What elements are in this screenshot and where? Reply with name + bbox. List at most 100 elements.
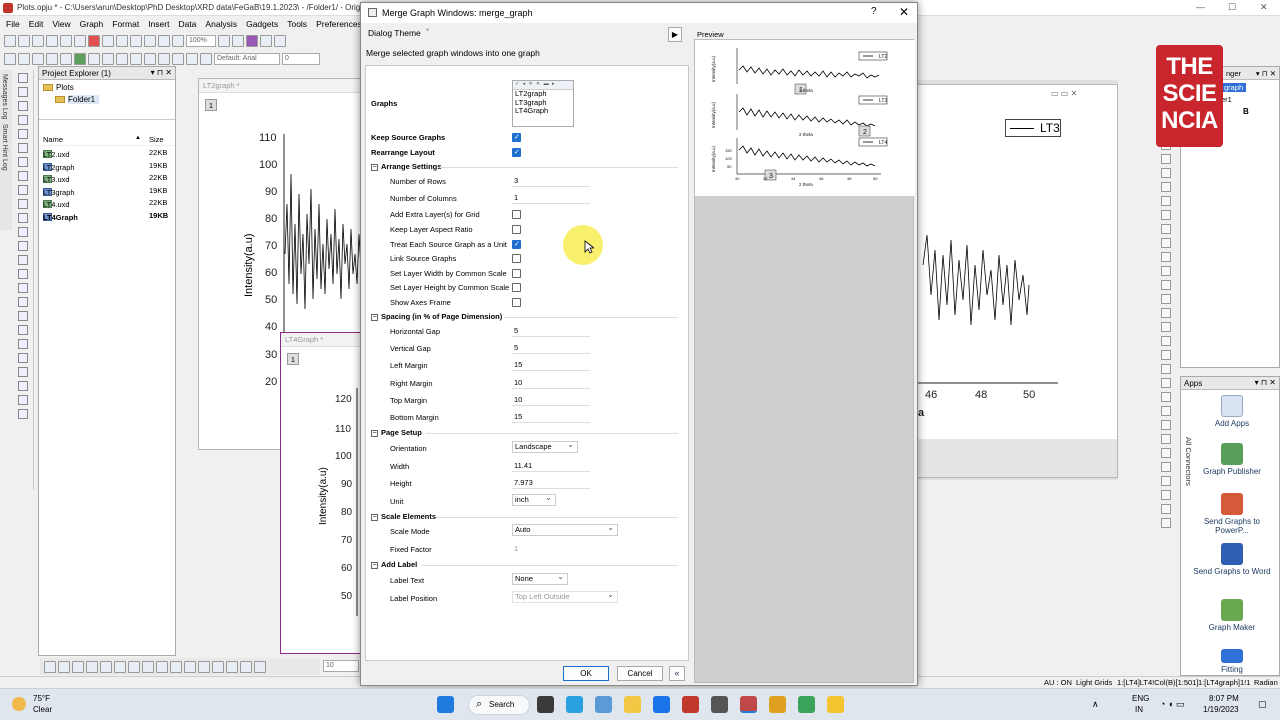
panel-controls-icon[interactable]: ▾ ⊓ ✕ [1256, 69, 1276, 78]
menu-tools[interactable]: Tools [287, 19, 307, 29]
layer-badge[interactable]: 1 [205, 99, 217, 111]
app-icon[interactable] [827, 696, 844, 713]
new-project-icon[interactable] [4, 34, 16, 47]
pie-tool-icon[interactable] [18, 269, 28, 279]
hand-tool-icon[interactable] [18, 255, 28, 265]
add-label-section[interactable]: − Add Label [371, 560, 417, 569]
app-graph-publisher[interactable]: Graph Publisher [1193, 443, 1271, 476]
circle-tool-icon[interactable] [18, 339, 28, 349]
treat-as-unit-checkbox[interactable] [512, 240, 521, 249]
acrobat-icon[interactable] [682, 696, 699, 713]
axes-frame-checkbox[interactable] [512, 298, 521, 307]
all-connectors-tab[interactable]: All Connectors [1184, 437, 1193, 486]
layout-tool-icon[interactable] [1161, 476, 1171, 486]
layout-tool-icon[interactable] [1161, 154, 1171, 164]
menu-file[interactable]: File [6, 19, 20, 29]
rearrange-checkbox[interactable] [512, 148, 521, 157]
layer-tool-icon[interactable] [184, 660, 196, 673]
menu-edit[interactable]: Edit [29, 19, 44, 29]
import-icon[interactable] [172, 34, 184, 47]
new-workbook-icon[interactable] [18, 34, 30, 47]
app-send-graphs-powerpoint[interactable]: Send Graphs to PowerP... [1193, 493, 1271, 535]
layer-badge[interactable]: 1 [287, 353, 299, 365]
layer-tool-icon[interactable] [114, 660, 126, 673]
layer-tool-icon[interactable] [212, 660, 224, 673]
minimize-icon[interactable]: — [1196, 2, 1205, 12]
graph-window-lt3[interactable]: ▭ ▭ ✕ LT3 46 48 50 a [912, 84, 1118, 478]
layout-tool-icon[interactable] [1161, 434, 1171, 444]
color-bar-icon[interactable] [18, 325, 28, 335]
color-scale-icon[interactable] [158, 52, 170, 65]
close-icon[interactable]: ✕ [1260, 2, 1268, 13]
graphs-list[interactable]: ✓ ◂ ✕ ✕ ▬ ▸ LT2graph LT3graph LT4Graph [512, 80, 574, 127]
menu-view[interactable]: View [52, 19, 70, 29]
label-text-select[interactable]: None [512, 572, 568, 585]
col-name-header[interactable]: Name [43, 135, 63, 144]
fill-color-icon[interactable] [18, 381, 28, 391]
chrome-icon[interactable] [769, 696, 786, 713]
layout-tool-icon[interactable] [1161, 490, 1171, 500]
smart-hint-log-tab[interactable]: Smart Hint Log [1, 124, 8, 171]
mail-icon[interactable] [595, 696, 612, 713]
open-icon[interactable] [116, 34, 128, 47]
layout-tool-icon[interactable] [1161, 196, 1171, 206]
link-graphs-checkbox[interactable] [512, 254, 521, 263]
right-margin-input[interactable]: 10 [512, 377, 590, 389]
start-icon[interactable] [437, 696, 454, 713]
clock-date[interactable]: 1/19/2023 [1203, 705, 1239, 714]
grid-icon[interactable] [18, 409, 28, 419]
om-item-plot[interactable]: B [1243, 107, 1249, 116]
top-margin-input[interactable]: 10 [512, 394, 590, 406]
layout-tool-icon[interactable] [1161, 238, 1171, 248]
new-graph-icon[interactable] [32, 34, 44, 47]
draw-data-icon[interactable] [200, 52, 212, 65]
aspect-ratio-checkbox[interactable] [512, 225, 521, 234]
mask-tool-icon[interactable] [18, 157, 28, 167]
rescale-icon[interactable] [102, 52, 114, 65]
bucket-icon[interactable] [18, 395, 28, 405]
save-window-icon[interactable] [158, 34, 170, 47]
collapse-preview-button[interactable]: « [669, 666, 685, 681]
fixed-factor-input[interactable]: 1 [512, 543, 590, 555]
legend-tool-icon[interactable] [18, 353, 28, 363]
layer-tool-icon[interactable] [44, 660, 56, 673]
hgap-input[interactable]: 5 [512, 325, 590, 337]
layer-tool-icon[interactable] [58, 660, 70, 673]
layout-tool-icon[interactable] [1161, 462, 1171, 472]
layer-tool-icon[interactable] [128, 660, 140, 673]
cylinder-tool-icon[interactable] [18, 311, 28, 321]
layout-tool-icon[interactable] [1161, 518, 1171, 528]
new-function-icon[interactable] [60, 34, 72, 47]
layout-tool-icon[interactable] [1161, 378, 1171, 388]
weather-temp[interactable]: 75°F [33, 694, 50, 703]
menu-format[interactable]: Format [112, 19, 139, 29]
layout-tool-icon[interactable] [1161, 448, 1171, 458]
font-select[interactable]: Default: Arial [214, 52, 280, 65]
text-tool-icon[interactable] [172, 52, 184, 65]
label-position-select[interactable]: Top Left Outside [512, 590, 618, 603]
edge-icon[interactable] [566, 696, 583, 713]
image-tool-icon[interactable] [18, 283, 28, 293]
layout-tool-icon[interactable] [1161, 322, 1171, 332]
list-item[interactable]: LT4.uxd 22KB [39, 196, 175, 209]
graphs-list-item[interactable]: LT4Graph [513, 106, 573, 116]
unit-select[interactable]: inch [512, 493, 556, 506]
zoom-field[interactable]: 100% [186, 34, 216, 47]
new-layout-icon[interactable] [74, 34, 86, 47]
zoom-pan-tool-icon[interactable] [18, 87, 28, 97]
data-selector-tool-icon[interactable] [18, 143, 28, 153]
line-tool-icon[interactable] [18, 227, 28, 237]
columns-input[interactable]: 1 [512, 192, 590, 204]
menu-insert[interactable]: Insert [148, 19, 169, 29]
rect-tool-icon[interactable] [186, 52, 198, 65]
height-input[interactable]: 7.973 [512, 477, 590, 489]
notification-icon[interactable]: ▢ [1258, 699, 1267, 710]
object-manager-icon[interactable] [60, 52, 72, 65]
layout-tool-icon[interactable] [1161, 266, 1171, 276]
task-view-icon[interactable] [537, 696, 554, 713]
orientation-select[interactable]: Landscape [512, 440, 578, 453]
layer-icon[interactable] [88, 52, 100, 65]
rows-input[interactable]: 3 [512, 175, 590, 187]
project-explorer-icon[interactable] [18, 52, 30, 65]
layout-tool-icon[interactable] [1161, 294, 1171, 304]
